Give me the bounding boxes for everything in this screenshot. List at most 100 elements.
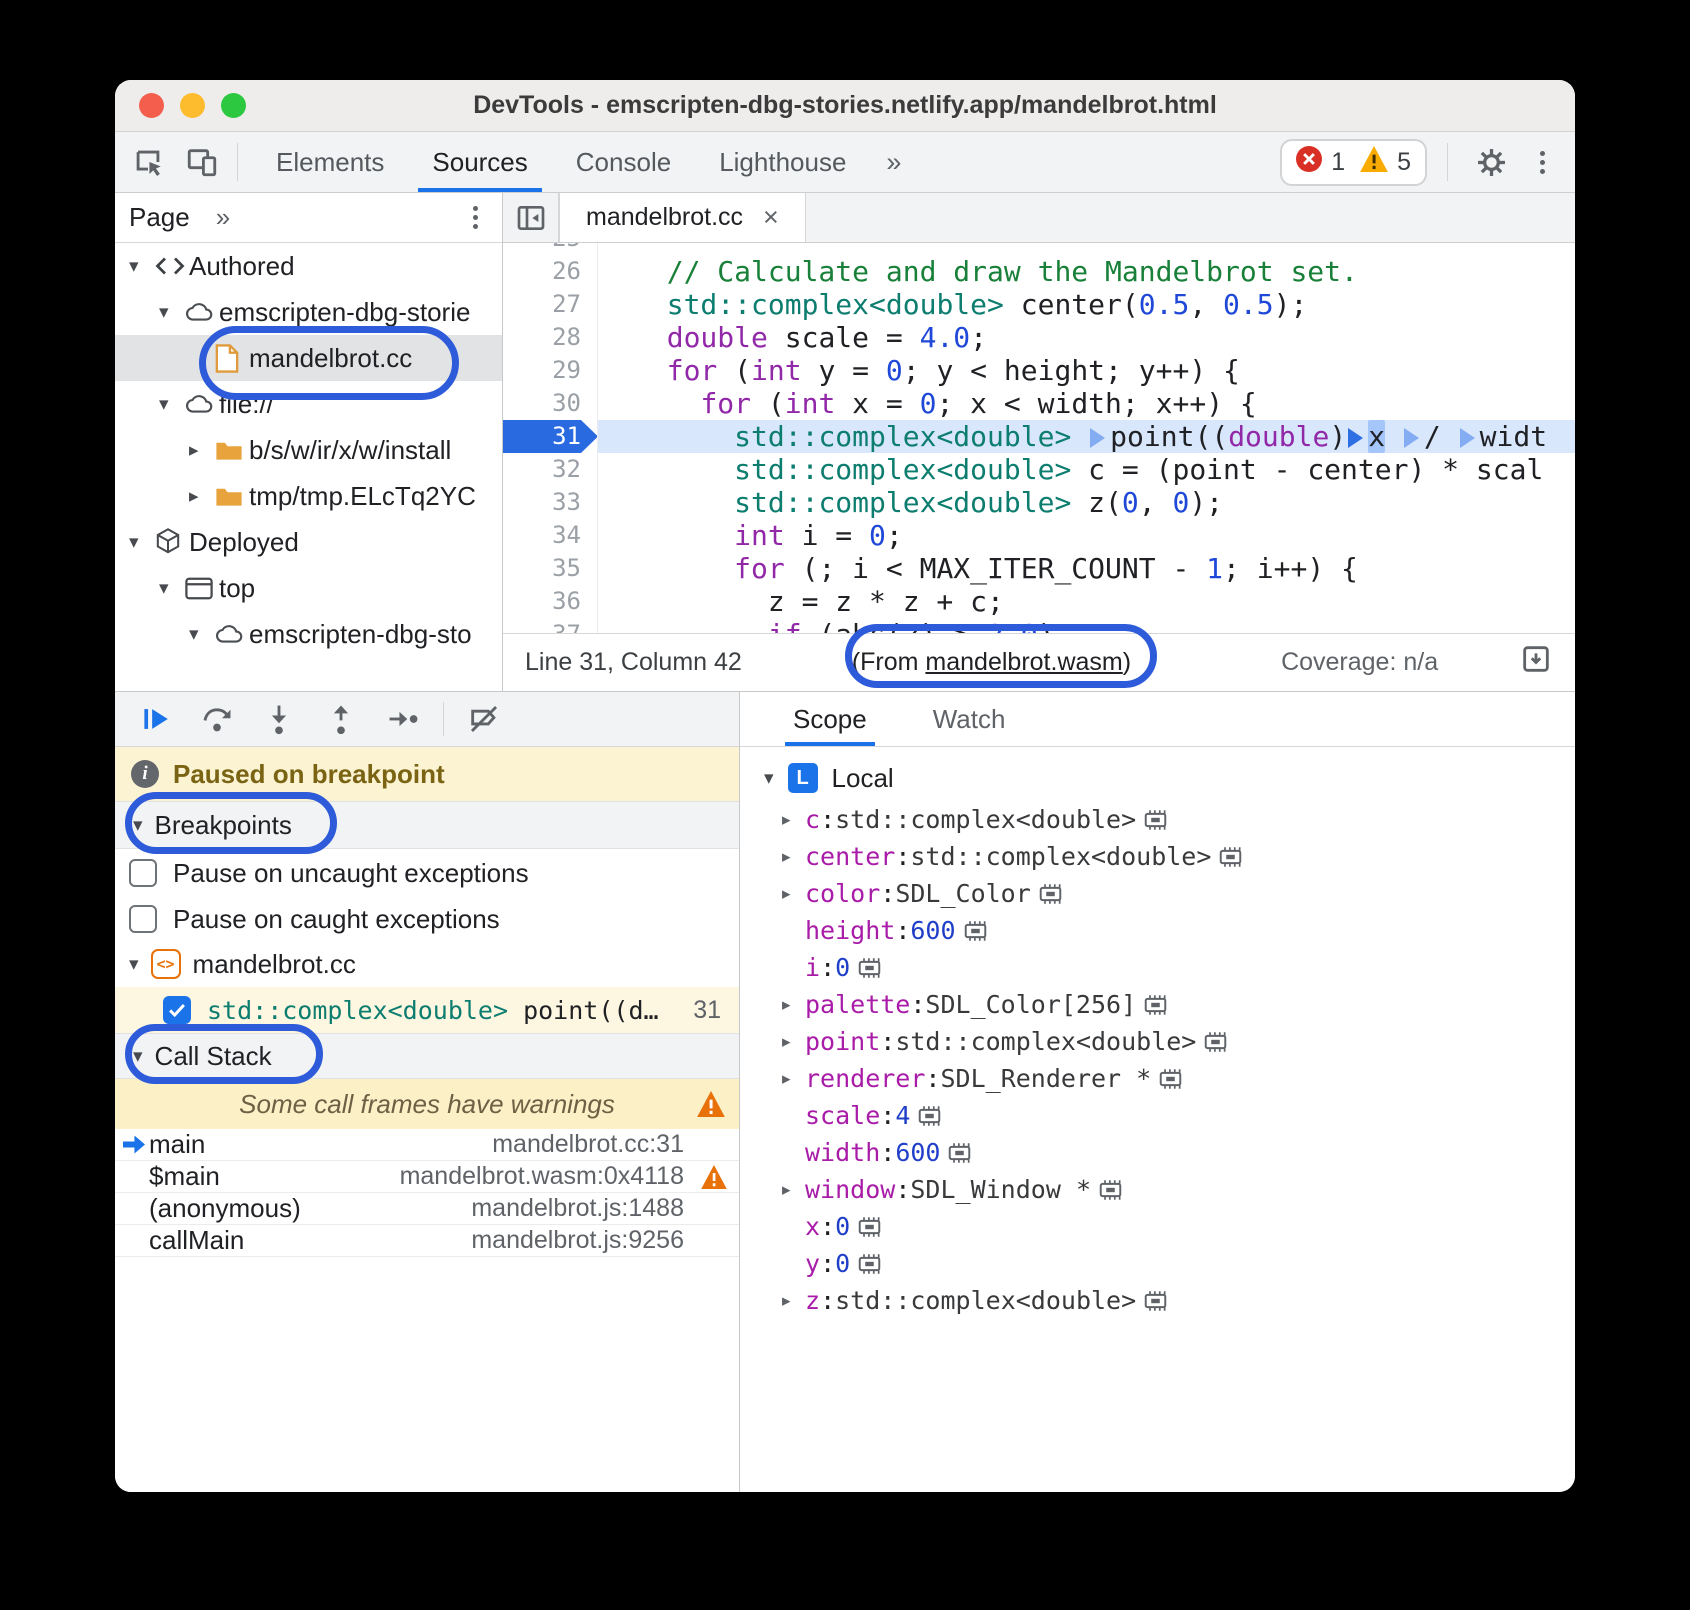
- open-drawer-icon[interactable]: [1519, 642, 1553, 683]
- frame-location[interactable]: mandelbrot.js:9256: [471, 1226, 684, 1255]
- memory-inspector-icon[interactable]: [1097, 1179, 1124, 1201]
- line-number[interactable]: 34: [503, 519, 597, 552]
- deactivate-breakpoints-button[interactable]: [458, 697, 510, 741]
- scope-variable-row[interactable]: ▸window: SDL_Window *: [740, 1171, 1575, 1208]
- memory-inspector-icon[interactable]: [1202, 1031, 1229, 1053]
- inspect-element-icon[interactable]: [125, 139, 171, 185]
- line-number[interactable]: 27: [503, 288, 597, 321]
- step-out-button[interactable]: [315, 697, 367, 741]
- tab-console[interactable]: Console: [552, 132, 695, 192]
- inline-breakpoint-marker-icon[interactable]: [1348, 428, 1363, 448]
- zoom-window-button[interactable]: [221, 93, 246, 118]
- memory-inspector-icon[interactable]: [916, 1105, 943, 1127]
- tree-item-file-scheme[interactable]: ▾ file://: [115, 381, 502, 427]
- scope-variable-row[interactable]: ▸renderer: SDL_Renderer *: [740, 1060, 1575, 1097]
- breakpoints-section-header[interactable]: ▾ Breakpoints: [115, 801, 739, 849]
- callstack-section-header[interactable]: ▾ Call Stack: [115, 1033, 739, 1079]
- memory-inspector-icon[interactable]: [1157, 1068, 1184, 1090]
- line-number[interactable]: 26: [503, 255, 597, 288]
- device-toolbar-icon[interactable]: [179, 139, 225, 185]
- memory-inspector-icon[interactable]: [1037, 883, 1064, 905]
- memory-inspector-icon[interactable]: [946, 1142, 973, 1164]
- toggle-navigator-icon[interactable]: [503, 193, 559, 242]
- memory-inspector-icon[interactable]: [856, 1216, 883, 1238]
- expander-icon[interactable]: ▸: [189, 439, 215, 461]
- scope-variable-row[interactable]: ▸z: std::complex<double>: [740, 1282, 1575, 1319]
- callstack-frame[interactable]: mainmandelbrot.cc:31: [115, 1129, 739, 1161]
- code-editor[interactable]: 25262728293031323334353637 // Calculate …: [503, 243, 1575, 633]
- expander-icon[interactable]: ▸: [189, 485, 215, 507]
- memory-inspector-icon[interactable]: [856, 957, 883, 979]
- expander-icon[interactable]: ▾: [159, 393, 185, 415]
- step-over-button[interactable]: [191, 697, 243, 741]
- memory-inspector-icon[interactable]: [1142, 809, 1169, 831]
- expander-icon[interactable]: ▸: [782, 884, 805, 904]
- close-tab-icon[interactable]: ×: [763, 204, 779, 231]
- pause-caught-row[interactable]: Pause on caught exceptions: [115, 897, 739, 941]
- memory-inspector-icon[interactable]: [856, 1253, 883, 1275]
- scope-variable-row[interactable]: ▸color: SDL_Color: [740, 875, 1575, 912]
- expander-icon[interactable]: ▾: [159, 577, 185, 599]
- minimize-window-button[interactable]: [180, 93, 205, 118]
- line-number[interactable]: 35: [503, 552, 597, 585]
- scope-variable-row[interactable]: ▸point: std::complex<double>: [740, 1023, 1575, 1060]
- expander-icon[interactable]: ▸: [782, 847, 805, 867]
- step-button[interactable]: [377, 697, 429, 741]
- line-number[interactable]: 36: [503, 585, 597, 618]
- expander-icon[interactable]: ▸: [782, 1032, 805, 1052]
- tree-item-top-frame[interactable]: ▾ top: [115, 565, 502, 611]
- scope-variable-row[interactable]: width: 600: [740, 1134, 1575, 1171]
- expander-icon[interactable]: ▾: [189, 623, 215, 645]
- frame-location[interactable]: mandelbrot.wasm:0x4118: [400, 1162, 684, 1191]
- memory-inspector-icon[interactable]: [1217, 846, 1244, 868]
- scope-variable-row[interactable]: ▸palette: SDL_Color[256]: [740, 986, 1575, 1023]
- scope-variable-row[interactable]: scale: 4: [740, 1097, 1575, 1134]
- expander-icon[interactable]: ▸: [782, 1069, 805, 1089]
- tab-lighthouse[interactable]: Lighthouse: [695, 132, 870, 192]
- breakpoint-checkbox[interactable]: [163, 996, 191, 1024]
- tree-item-mandelbrot-cc[interactable]: mandelbrot.cc: [115, 335, 502, 381]
- memory-inspector-icon[interactable]: [1142, 994, 1169, 1016]
- pause-uncaught-row[interactable]: Pause on uncaught exceptions: [115, 849, 739, 897]
- memory-inspector-icon[interactable]: [1142, 1290, 1169, 1312]
- scope-variable-row[interactable]: i: 0: [740, 949, 1575, 986]
- expander-icon[interactable]: ▾: [159, 301, 185, 323]
- breakpoint-file-group[interactable]: ▾ <> mandelbrot.cc: [115, 941, 739, 987]
- inline-breakpoint-marker-icon[interactable]: [1404, 428, 1419, 448]
- tab-sources[interactable]: Sources: [408, 132, 551, 192]
- line-number[interactable]: 25: [503, 243, 597, 255]
- more-panels-icon[interactable]: »: [870, 132, 917, 192]
- frame-location[interactable]: mandelbrot.js:1488: [471, 1194, 684, 1223]
- line-number[interactable]: 33: [503, 486, 597, 519]
- execution-line-number[interactable]: 31: [503, 420, 597, 453]
- tree-item-deployed[interactable]: ▾ Deployed: [115, 519, 502, 565]
- navigator-tab-page[interactable]: Page: [129, 202, 190, 233]
- callstack-frame[interactable]: callMainmandelbrot.js:9256: [115, 1225, 739, 1257]
- line-number[interactable]: 28: [503, 321, 597, 354]
- navigator-kebab-icon[interactable]: [463, 202, 488, 233]
- step-into-button[interactable]: [253, 697, 305, 741]
- wasm-file-link[interactable]: mandelbrot.wasm: [925, 648, 1122, 676]
- memory-inspector-icon[interactable]: [962, 920, 989, 942]
- tab-scope[interactable]: Scope: [785, 692, 875, 746]
- line-number[interactable]: 32: [503, 453, 597, 486]
- kebab-menu-icon[interactable]: [1530, 147, 1555, 178]
- scope-local-row[interactable]: ▾ L Local: [740, 755, 1575, 801]
- close-window-button[interactable]: [139, 93, 164, 118]
- callstack-frame[interactable]: $mainmandelbrot.wasm:0x4118: [115, 1161, 739, 1193]
- more-navigator-tabs-icon[interactable]: »: [216, 202, 230, 233]
- line-number[interactable]: 29: [503, 354, 597, 387]
- settings-gear-icon[interactable]: [1468, 139, 1514, 185]
- pause-uncaught-checkbox[interactable]: [129, 859, 157, 887]
- expander-icon[interactable]: ▸: [782, 1291, 805, 1311]
- issues-badge[interactable]: 1 5: [1280, 139, 1427, 186]
- pause-caught-checkbox[interactable]: [129, 905, 157, 933]
- expander-icon[interactable]: ▸: [782, 995, 805, 1015]
- scope-variable-row[interactable]: y: 0: [740, 1245, 1575, 1282]
- scope-variable-row[interactable]: x: 0: [740, 1208, 1575, 1245]
- line-number[interactable]: 37: [503, 618, 597, 633]
- callstack-frame[interactable]: (anonymous)mandelbrot.js:1488: [115, 1193, 739, 1225]
- scope-variable-row[interactable]: ▸c: std::complex<double>: [740, 801, 1575, 838]
- scope-variable-row[interactable]: height: 600: [740, 912, 1575, 949]
- frame-location[interactable]: mandelbrot.cc:31: [492, 1130, 684, 1159]
